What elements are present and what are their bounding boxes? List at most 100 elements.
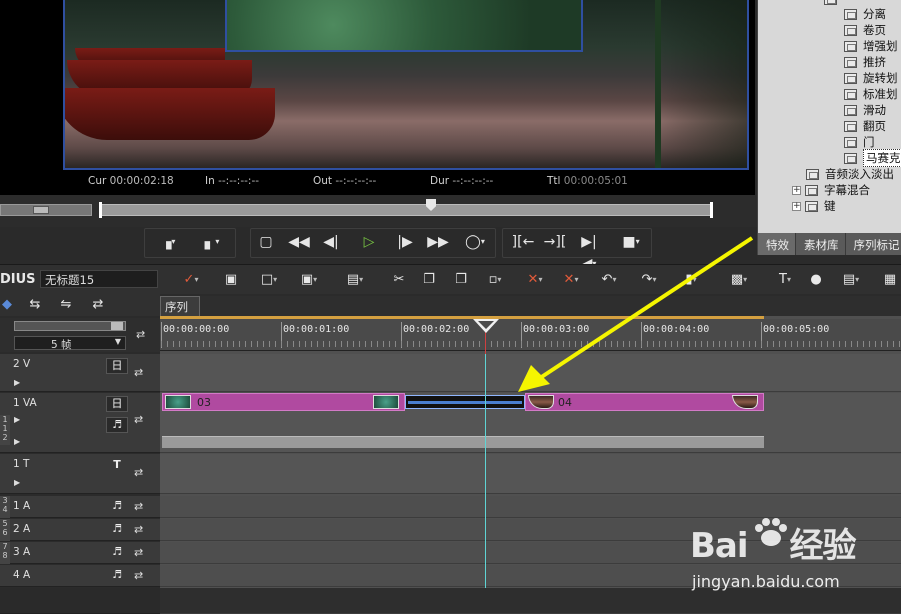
sync-icon[interactable]: ⇄ (134, 546, 143, 559)
track-header-1va[interactable]: 1 1 2 1 VA 日 ♬ ▶ ▶ ⇄ (0, 393, 160, 453)
frames-select[interactable]: 5 帧 ▼ (14, 336, 126, 351)
project-name[interactable]: 无标题15 (40, 270, 158, 288)
jog-slider[interactable] (0, 204, 92, 216)
title-track-icon[interactable]: T (106, 458, 128, 474)
sync-icon[interactable]: ⇄ (136, 328, 145, 341)
speaker-icon[interactable]: ♬ (106, 417, 128, 433)
track-header-2v[interactable]: 2 V 日 ▶ ⇄ (0, 354, 160, 392)
speaker-icon[interactable]: ♬ (106, 545, 128, 561)
step-forward-icon[interactable]: |▶ (394, 231, 416, 253)
expand-icon[interactable]: ▶ (14, 437, 20, 446)
track-row-2v[interactable] (160, 354, 901, 392)
position-slider[interactable] (101, 204, 712, 216)
stop-icon[interactable]: ▢ (256, 231, 276, 253)
redo-icon[interactable]: ↷▾ (634, 270, 664, 290)
link-icon[interactable]: ⇋ (54, 295, 78, 315)
cut-icon[interactable]: ✂ (388, 270, 410, 290)
effect-group[interactable]: 音频淡入淡出 (806, 166, 894, 182)
sync-icon[interactable]: ⇄ (134, 500, 143, 513)
group-icon[interactable]: ⇄ (86, 295, 110, 315)
sync-icon[interactable]: ⇄ (134, 523, 143, 536)
effect-item[interactable]: 分离 (844, 6, 886, 22)
overwrite-icon[interactable]: →][ (542, 231, 568, 253)
video-icon[interactable]: 日 (106, 358, 128, 374)
effect-item[interactable]: 推挤 (844, 54, 886, 70)
copy-icon[interactable]: ❐ (418, 270, 440, 290)
speaker-icon[interactable]: ♬ (106, 568, 128, 584)
expand-icon[interactable]: + (792, 185, 801, 195)
three-point-icon[interactable]: ▶|◀▾ (574, 231, 604, 272)
clip-03[interactable]: 03 (162, 393, 405, 411)
open-icon[interactable]: ▣▾ (294, 270, 324, 290)
save-icon[interactable]: ▤▾ (340, 270, 370, 290)
track-header-2a[interactable]: 5 6 2 A ♬ ⇄ (0, 519, 160, 541)
track-header-4a[interactable]: 4 A ♬ ⇄ (0, 565, 160, 587)
effect-item-selected[interactable]: 马赛克 (844, 149, 901, 167)
expand-icon[interactable]: ▶ (14, 415, 20, 424)
camera-icon[interactable]: ▣ (220, 270, 242, 290)
jog-thumb[interactable] (33, 206, 49, 214)
track-row-1t[interactable] (160, 454, 901, 494)
insert-icon[interactable]: ][← (510, 231, 536, 253)
expand-icon[interactable]: ▶ (14, 378, 20, 387)
undo-icon[interactable]: ↶▾ (594, 270, 624, 290)
render-icon[interactable]: ▤▾ (836, 270, 866, 290)
speaker-icon[interactable]: ♬ (106, 499, 128, 515)
microphone-icon[interactable]: ● (806, 270, 826, 290)
replace-icon[interactable]: ▫▾ (480, 270, 510, 290)
expand-icon[interactable]: + (792, 201, 801, 211)
effect-item[interactable]: 卷页 (844, 22, 886, 38)
sync-lock-icon[interactable]: ⇆ (24, 295, 46, 315)
effect-item[interactable]: 增强划 (844, 38, 898, 54)
effect-item[interactable]: 滑动 (844, 102, 886, 118)
layout-icon[interactable]: ▦ (880, 270, 900, 290)
delete-icon[interactable]: ✕▾ (520, 270, 550, 290)
mode-icon[interactable]: ✓▾ (176, 270, 206, 290)
timeline-scrollbar-area[interactable] (160, 588, 901, 614)
clip-04[interactable]: 04 (525, 393, 764, 411)
track-header-1t[interactable]: 1 T T ▶ ⇄ (0, 454, 160, 494)
effect-item[interactable]: 翻页 (844, 118, 886, 134)
tree-item-folder[interactable] (824, 0, 843, 7)
new-sequence-icon[interactable]: □▾ (254, 270, 284, 290)
tab-sequence-markers[interactable]: 序列标记 (846, 233, 901, 255)
loop-icon[interactable]: ◯▾ (460, 231, 490, 253)
sync-icon[interactable]: ⇄ (134, 366, 143, 379)
title-icon[interactable]: T▾ (774, 270, 796, 290)
track-row-1a[interactable] (160, 496, 901, 518)
effect-group[interactable]: + 字幕混合 (792, 182, 870, 198)
fast-forward-icon[interactable]: ▶▶ (424, 231, 452, 253)
rewind-icon[interactable]: ◀◀ (286, 231, 312, 253)
paste-icon[interactable]: ❐ (450, 270, 472, 290)
effect-item[interactable]: 标准划 (844, 86, 898, 102)
audio-clip-bar[interactable] (162, 436, 764, 448)
effect-group[interactable]: + 键 (792, 198, 836, 214)
track-select-icon[interactable]: ◆ (0, 295, 14, 315)
sync-icon[interactable]: ⇄ (134, 466, 143, 479)
track-header-1a[interactable]: 3 4 1 A ♬ ⇄ (0, 496, 160, 518)
step-back-icon[interactable]: ◀| (320, 231, 342, 253)
transition-block[interactable] (405, 395, 525, 409)
time-ruler[interactable]: 00:00:00:00 00:00:01:00 00:00:02:00 00:0… (160, 319, 901, 351)
expand-icon[interactable]: ▶ (14, 478, 20, 487)
sync-icon[interactable]: ⇄ (134, 569, 143, 582)
export-icon[interactable]: ■▾ (616, 231, 646, 253)
zoom-thumb[interactable] (111, 322, 123, 330)
sync-icon[interactable]: ⇄ (134, 413, 143, 426)
video-icon[interactable]: 日 (106, 396, 128, 412)
play-icon[interactable]: ▷ (358, 231, 380, 253)
speaker-icon[interactable]: ♬ (106, 522, 128, 538)
set-in-button[interactable]: ▗▾ (150, 231, 186, 253)
effect-item[interactable]: 旋转划 (844, 70, 898, 86)
tab-effects[interactable]: 特效 (758, 233, 796, 255)
effect-item[interactable]: 门 (844, 134, 875, 150)
track-row-1va[interactable]: 03 04 (160, 393, 901, 453)
set-out-button[interactable]: ▖▾ (194, 231, 230, 253)
tab-bin[interactable]: 素材库 (796, 233, 846, 255)
mixer-icon[interactable]: ▮▾ (676, 270, 706, 290)
tab-sequence-1[interactable]: 序列1 (160, 296, 200, 329)
zoom-slider[interactable] (14, 321, 126, 331)
transition-icon[interactable]: ▩▾ (724, 270, 754, 290)
track-header-3a[interactable]: 7 8 3 A ♬ ⇄ (0, 542, 160, 564)
ripple-delete-icon[interactable]: ✕▾ (556, 270, 586, 290)
